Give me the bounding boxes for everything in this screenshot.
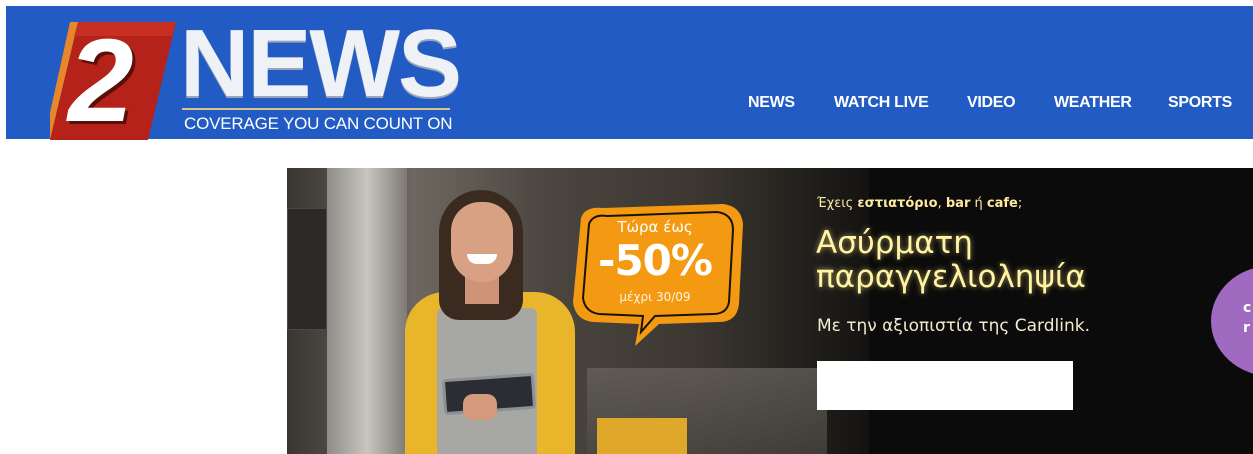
ad-purple-text-2: r — [1243, 320, 1250, 336]
bubble-line-1: Τώρα έως — [617, 218, 693, 236]
bubble-discount: -50% — [598, 236, 713, 285]
eyebrow-bar: bar — [945, 196, 971, 211]
ad-title-line-1: Ασύρματη — [816, 225, 973, 261]
ad-banner[interactable]: Τώρα έως -50% μέχρι 30/09 Έχεις εστιατόρ… — [287, 168, 1253, 454]
ad-photo-person-face — [451, 202, 513, 282]
bubble-date: μέχρι 30/09 — [619, 290, 691, 304]
ad-subtitle: Με την αξιοπιστία της Cardlink. — [817, 316, 1090, 336]
ad-photo-hand — [463, 394, 497, 420]
ad-title: Ασύρματη παραγγελιοληψία — [816, 226, 1156, 294]
nav-item-watch-live[interactable]: WATCH LIVE — [834, 94, 929, 112]
logo-divider — [182, 108, 450, 110]
eyebrow-sep: , — [937, 196, 946, 211]
logo-number-wrap: 2 — [50, 16, 180, 146]
nav-item-news[interactable]: NEWS — [748, 94, 795, 112]
logo-number: 2 — [68, 15, 134, 147]
nav-item-video[interactable]: VIDEO — [967, 94, 1016, 112]
eyebrow-restaurant: εστιατόριο — [857, 196, 938, 211]
ad-photo-pillar — [327, 168, 407, 454]
ad-purple-text-1: c — [1243, 300, 1252, 316]
logo-word: NEWS — [180, 10, 462, 117]
ad-title-line-2: παραγγελιοληψία — [816, 259, 1086, 295]
ad-photo-menu-board — [287, 208, 327, 330]
site-logo[interactable]: 2 NEWS COVERAGE YOU CAN COUNT ON — [50, 14, 462, 146]
nav-item-sports[interactable]: SPORTS — [1168, 94, 1232, 112]
ad-purple-badge: c r — [1211, 266, 1253, 376]
eyebrow-text: Έχεις — [817, 196, 858, 211]
eyebrow-or: ή — [970, 196, 987, 211]
site-header: 2 NEWS COVERAGE YOU CAN COUNT ON NEWS WA… — [6, 6, 1253, 146]
discount-bubble: Τώρα έως -50% μέχρι 30/09 — [563, 204, 747, 350]
eyebrow-question: ; — [1017, 196, 1023, 211]
ad-cta-box[interactable] — [817, 361, 1073, 410]
nav-item-weather[interactable]: WEATHER — [1054, 94, 1132, 112]
eyebrow-cafe: cafe — [986, 196, 1018, 211]
ad-photo-yellow-chair — [597, 418, 687, 454]
logo-tagline: COVERAGE YOU CAN COUNT ON — [184, 114, 453, 133]
ad-eyebrow: Έχεις εστιατόριο, bar ή cafe; — [817, 196, 1022, 211]
